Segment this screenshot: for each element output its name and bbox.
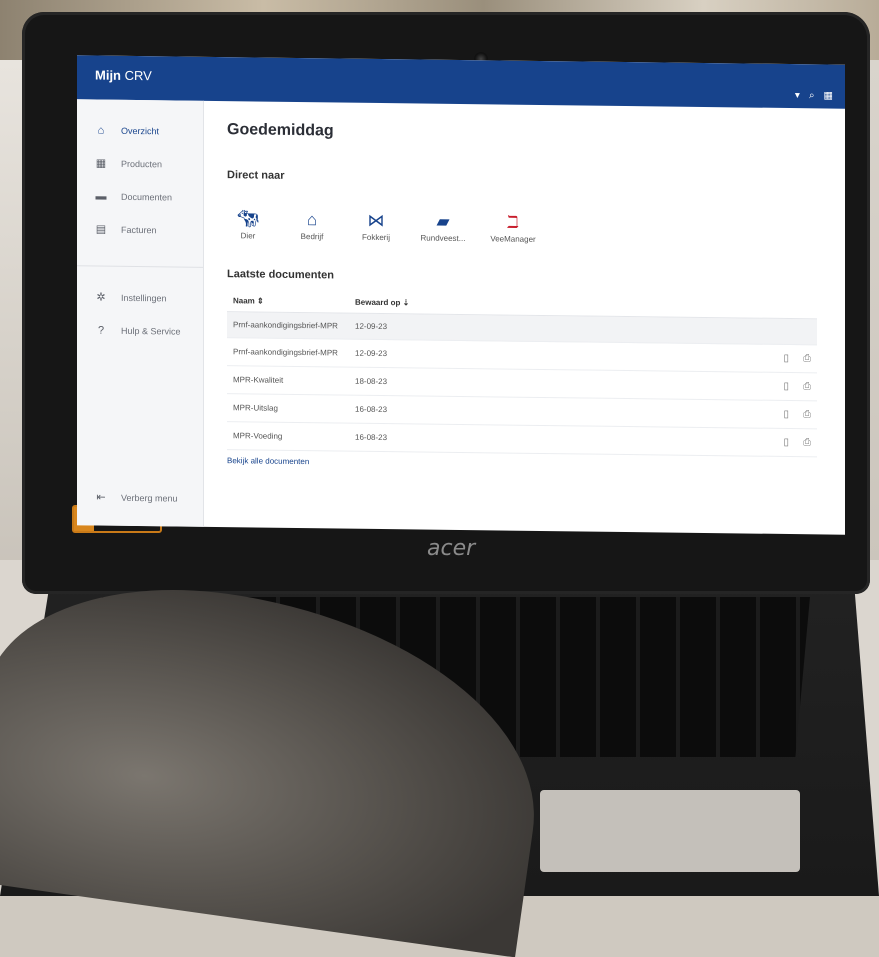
tile-label: VeeManager <box>490 234 536 244</box>
veemanager-icon: ℶ <box>507 212 519 232</box>
table-row[interactable]: MPR-Voeding 16-08-23 ▯ ⎙ <box>227 421 817 457</box>
doc-actions: ▯ ⎙ <box>607 426 817 457</box>
collapse-icon: ⇤ <box>96 491 106 504</box>
file-icon: ▤ <box>95 223 107 236</box>
acer-logo-text: acer <box>427 536 477 561</box>
tile-label: Fokkerij <box>361 232 390 243</box>
sidebar-item-producten[interactable]: ▦ Producten <box>77 146 203 181</box>
print-icon[interactable]: ⎙ <box>803 409 811 420</box>
quick-links: 🐄︎ Dier ⌂ Bedrijf ⋈ Fokkerij ▰ Rundveest… <box>227 209 827 247</box>
gear-icon: ✲ <box>96 291 106 304</box>
hide-menu-button[interactable]: ⇤ Verberg menu <box>77 480 178 514</box>
doc-name: MPR-Uitslag <box>227 393 349 424</box>
doc-date: 16-08-23 <box>349 423 608 455</box>
print-icon[interactable]: ⎙ <box>803 353 811 364</box>
sidebar-divider <box>77 265 203 268</box>
app-title-rest: CRV <box>124 67 152 84</box>
search-icon[interactable]: ⌕ <box>809 90 815 101</box>
tile-label: Bedrijf <box>300 232 324 242</box>
sidebar-item-label: Facturen <box>121 224 157 235</box>
cow-icon: 🐄︎ <box>237 209 259 229</box>
tile-bedrijf[interactable]: ⌂ Bedrijf <box>291 210 333 242</box>
document-icon[interactable]: ▯ <box>783 409 789 420</box>
tile-dier[interactable]: 🐄︎ Dier <box>227 209 269 241</box>
all-documents-link[interactable]: Bekijk alle documenten <box>227 456 827 472</box>
doc-actions <box>607 316 817 345</box>
page-title: Goedemiddag <box>227 121 334 140</box>
app-logo[interactable]: Mijn CRV <box>95 68 152 84</box>
doc-date: 16-08-23 <box>349 395 608 427</box>
cattle-icon: ▰ <box>436 211 450 231</box>
apps-grid-icon[interactable]: ▦ <box>824 90 833 101</box>
dna-icon: ⋈ <box>367 210 385 231</box>
document-icon[interactable]: ▯ <box>783 437 789 448</box>
acer-logo: acer <box>427 536 477 561</box>
print-icon[interactable]: ⎙ <box>803 381 811 392</box>
sidebar-item-documenten[interactable]: ▬ Documenten <box>77 179 203 214</box>
doc-name: Prnf-aankondigingsbrief-MPR <box>227 337 349 368</box>
document-icon[interactable]: ▯ <box>783 381 789 392</box>
caret-down-icon[interactable]: ▾ <box>795 90 800 101</box>
sidebar-item-hulp-service[interactable]: ? Hulp & Service <box>77 313 203 348</box>
doc-name: Prnf-aankondigingsbrief-MPR <box>227 311 349 340</box>
documents-table: Naam ⇕ Bewaard op ⇣ Prnf-aankondigingsbr… <box>227 290 817 457</box>
tile-rundveest[interactable]: ▰ Rundveest... <box>419 211 467 243</box>
doc-actions: ▯ ⎙ <box>607 398 817 429</box>
col-actions <box>607 294 817 319</box>
folder-icon: ▬ <box>95 190 107 203</box>
laptop-screen: Mijn CRV ▾ ⌕ ▦ ⌂ Overzicht ▦ Producten ▬… <box>77 55 845 535</box>
direct-heading: Direct naar <box>227 169 285 182</box>
sidebar-item-label: Documenten <box>121 191 173 202</box>
sidebar-item-label: Overzicht <box>121 125 160 136</box>
help-icon: ? <box>97 324 105 337</box>
sidebar-item-label: Hulp & Service <box>121 325 181 337</box>
sidebar-item-overzicht[interactable]: ⌂ Overzicht <box>77 113 203 148</box>
sidebar-item-facturen[interactable]: ▤ Facturen <box>77 212 203 247</box>
tile-label: Rundveest... <box>420 233 466 244</box>
tile-fokkerij[interactable]: ⋈ Fokkerij <box>355 211 397 243</box>
sidebar: ⌂ Overzicht ▦ Producten ▬ Documenten ▤ F… <box>77 99 204 527</box>
doc-actions: ▯ ⎙ <box>607 342 817 373</box>
sidebar-item-label: Producten <box>121 158 163 169</box>
sidebar-item-instellingen[interactable]: ✲ Instellingen <box>77 280 203 315</box>
tile-label: Dier <box>240 231 256 241</box>
top-bar-tools: ▾ ⌕ ▦ <box>795 90 833 101</box>
laptop-sticker <box>540 790 800 872</box>
hide-menu-label: Verberg menu <box>121 492 178 504</box>
doc-date: 18-08-23 <box>349 367 608 399</box>
farm-icon: ⌂ <box>306 210 318 230</box>
tile-veemanager[interactable]: ℶ VeeManager <box>489 212 537 244</box>
col-naam[interactable]: Naam ⇕ <box>227 290 349 314</box>
print-icon[interactable]: ⎙ <box>803 437 811 448</box>
document-icon[interactable]: ▯ <box>783 353 789 364</box>
doc-name: MPR-Voeding <box>227 421 349 452</box>
col-bewaard-op[interactable]: Bewaard op ⇣ <box>349 291 608 317</box>
doc-name: MPR-Kwaliteit <box>227 365 349 396</box>
docs-heading: Laatste documenten <box>227 268 334 282</box>
doc-date: 12-09-23 <box>349 339 608 371</box>
home-icon: ⌂ <box>97 124 105 137</box>
main-content: Goedemiddag Direct naar 🐄︎ Dier ⌂ Bedrij… <box>227 121 827 472</box>
app-title-bold: Mijn <box>95 67 121 83</box>
grid-icon: ▦ <box>95 157 107 170</box>
doc-date: 12-09-23 <box>349 313 608 343</box>
doc-actions: ▯ ⎙ <box>607 370 817 401</box>
sidebar-item-label: Instellingen <box>121 292 167 303</box>
